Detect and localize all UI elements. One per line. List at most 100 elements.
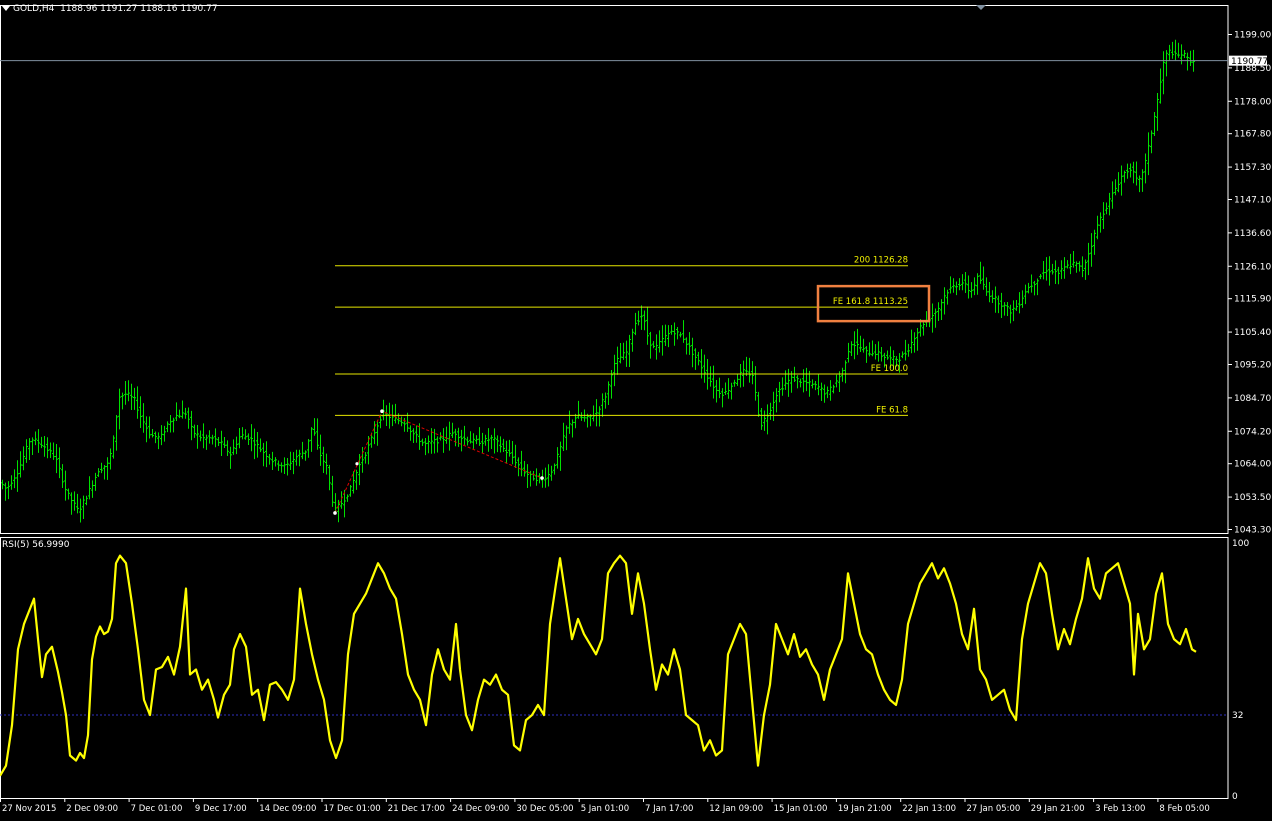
price-bar [478,427,481,446]
price-bar [505,440,508,464]
price-bar [19,451,22,478]
price-bar [40,436,43,449]
chart-header: GOLD,H4 1188.96 1191.27 1188.16 1190.77 [2,4,218,14]
time-tick-label: 7 Dec 01:00 [131,804,183,814]
time-tick-label: 7 Jan 17:00 [645,804,693,814]
price-bar [994,286,997,313]
time-tick-label: 5 Jan 01:00 [581,804,629,814]
price-bar [772,391,775,422]
price-bar [1075,261,1078,273]
trading-chart[interactable]: 1199.00 1188.50 1178.00 1167.80 1157.30 1147.… [0,0,1272,817]
chart-shift-icon[interactable] [976,5,986,10]
price-bar [1027,282,1030,294]
price-bar [1159,68,1162,104]
price-bar [1024,284,1027,305]
price-bar [886,350,889,360]
price-bar [301,441,304,460]
price-bar [421,438,424,446]
price-bar [847,342,850,363]
price-bar [214,428,217,448]
chart-canvas[interactable]: 1199.001188.501178.001167.801157.301147.… [0,0,1272,817]
price-bar [964,272,967,294]
price-tick-label: 1053.50 [1234,493,1271,503]
price-bar [1048,256,1051,286]
price-bar [67,488,70,500]
rsi-tick-label: 100 [1232,539,1249,549]
price-bar [64,470,67,501]
price-bar [811,379,814,389]
price-bar [667,325,670,348]
price-bar [841,367,844,382]
price-bar [985,277,988,296]
price-bar [70,492,73,515]
price-tick-label: 1136.60 [1234,229,1271,239]
price-bar [340,491,343,509]
price-bar [880,346,883,362]
price-bar [136,386,139,419]
price-bar [532,470,535,481]
price-tick-label: 1105.40 [1234,328,1271,338]
price-bar [1030,274,1033,293]
price-bar [754,366,757,401]
price-bar [613,354,616,387]
price-bar [922,321,925,336]
price-bar [256,431,259,458]
price-bar [1114,179,1117,196]
zigzag-point [333,511,337,515]
price-bar [223,437,226,448]
price-bar [472,433,475,449]
price-bar [988,281,991,303]
price-bar [931,303,934,333]
time-tick-label: 27 Jan 05:00 [967,804,1021,814]
price-tick-label: 1064.00 [1234,460,1271,470]
price-bar [211,434,214,445]
price-bar [250,424,253,452]
time-tick-label: 15 Jan 01:00 [774,804,828,814]
price-bar [1084,259,1087,280]
price-bar [595,399,598,427]
price-bar [1099,212,1102,233]
price-bar [715,380,718,403]
zigzag-point [380,409,384,414]
price-bar [559,441,562,471]
price-bar [982,266,985,290]
price-bar [619,342,622,364]
fib-level-label: FE 100.0 [871,364,908,374]
price-bar [1000,292,1003,319]
chevron-down-icon[interactable] [2,6,10,11]
price-bar [673,322,676,346]
price-bar [172,417,175,433]
price-tick-label: 1074.20 [1234,427,1271,437]
price-bar [112,435,115,459]
price-bar [751,361,754,385]
chart-shift-marker[interactable] [976,5,986,10]
price-bar [991,290,994,303]
price-bar [784,370,787,390]
price-bar [1111,181,1114,209]
time-tick-label: 22 Jan 13:00 [902,804,956,814]
price-bar [661,325,664,356]
price-axis: 1199.001188.501178.001167.801157.301147.… [1228,31,1271,536]
rsi-line [0,554,1197,777]
chart-frame [0,5,1229,799]
price-bar [1033,280,1036,296]
price-bar [127,380,130,402]
price-bar [913,332,916,353]
price-tick-label: 1147.10 [1234,196,1271,206]
price-bar [58,447,61,479]
price-bar [1063,257,1066,279]
price-bar [823,384,826,403]
price-bar [145,416,148,443]
price-bar [685,337,688,355]
price-bar [1009,304,1012,324]
price-bar [181,400,184,419]
price-bar [1150,130,1153,154]
price-bar [442,428,445,453]
price-bars [1,39,1195,523]
price-bar [496,435,499,453]
price-bar [247,433,250,446]
zigzag-line [334,410,543,514]
price-bar [190,410,193,441]
time-tick-label: 12 Jan 09:00 [709,804,763,814]
price-bar [826,386,829,399]
